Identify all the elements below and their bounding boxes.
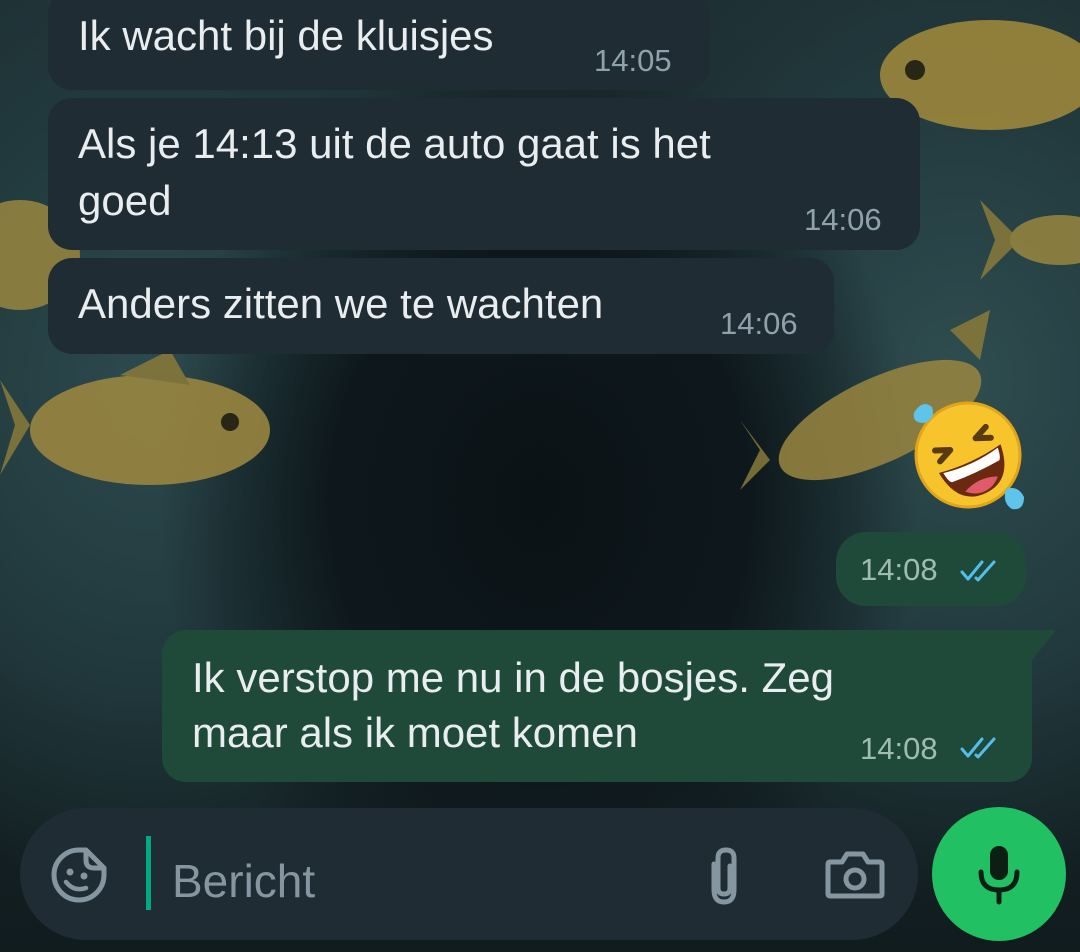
camera-icon[interactable]	[824, 848, 886, 902]
voice-record-button[interactable]	[932, 807, 1066, 941]
message-time: 14:08	[860, 731, 938, 766]
message-input[interactable]: Bericht	[172, 855, 315, 907]
read-receipt-icon	[960, 560, 996, 582]
bubble-tail	[1020, 630, 1055, 660]
sticker-icon[interactable]	[50, 846, 108, 904]
message-time: 14:06	[720, 306, 798, 341]
read-receipt-icon	[960, 737, 996, 759]
message-text: Ik verstop me nu in de bosjes. Zeg	[192, 654, 834, 701]
message-bubble-incoming[interactable]: Als je 14:13 uit de auto gaat is het goe…	[48, 98, 920, 250]
message-bubble-incoming[interactable]: Ik wacht bij de kluisjes 14:05	[48, 0, 710, 90]
message-text: maar als ik moet komen	[192, 709, 638, 756]
fish-illustration	[0, 350, 270, 485]
microphone-icon	[978, 846, 1020, 905]
message-text: Anders zitten we te wachten	[78, 280, 604, 327]
message-text: Ik wacht bij de kluisjes	[78, 12, 494, 59]
message-composer[interactable]: Bericht	[20, 808, 918, 940]
message-time: 14:06	[804, 202, 882, 237]
paperclip-icon[interactable]	[702, 844, 746, 908]
message-time-pill[interactable]: 14:08	[836, 532, 1026, 606]
message-time: 14:08	[860, 552, 938, 587]
message-bubble-incoming[interactable]: Anders zitten we te wachten 14:06	[48, 258, 834, 354]
message-bubble-outgoing[interactable]: Ik verstop me nu in de bosjes. Zeg maar …	[162, 630, 1032, 782]
rofl-emoji-icon[interactable]	[906, 393, 1030, 517]
text-cursor	[146, 836, 151, 910]
message-time: 14:05	[594, 43, 672, 78]
message-text: Als je 14:13 uit de auto gaat is het	[78, 120, 711, 167]
message-text: goed	[78, 177, 172, 224]
fish-illustration	[980, 200, 1080, 280]
